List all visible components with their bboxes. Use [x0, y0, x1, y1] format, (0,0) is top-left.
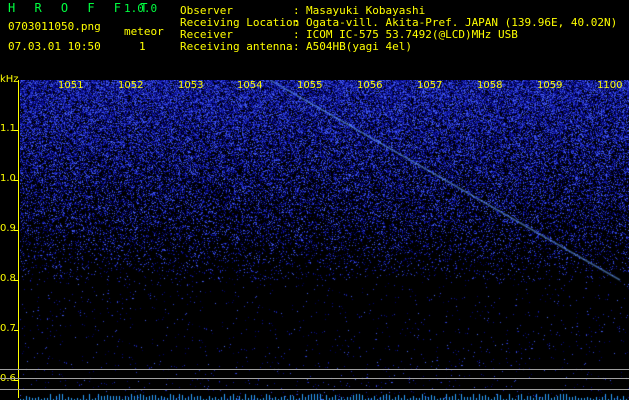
y-tick-mark	[14, 380, 18, 381]
y-tick-label: 1.1	[0, 123, 16, 134]
x-tick-label: 1100	[597, 80, 623, 91]
x-tick-label: 1051	[58, 80, 84, 91]
y-tick-mark	[14, 130, 18, 131]
x-tick-label: 1055	[297, 80, 323, 91]
date-time: 07.03.01 10:50	[8, 40, 101, 53]
x-tick-label: 1053	[178, 80, 204, 91]
y-tick-mark	[14, 180, 18, 181]
spectrogram-panel	[20, 80, 629, 400]
location-value: Ogata-vill. Akita-Pref. JAPAN (139.96E, …	[306, 16, 618, 29]
observer-separator: :	[293, 4, 300, 17]
divider-line	[0, 389, 629, 390]
receiver-separator: :	[293, 28, 300, 41]
receiver-value: ICOM IC-575 53.7492(@LCD)MHz USB	[306, 28, 518, 41]
meteor-count: 1	[139, 40, 146, 53]
divider-line	[0, 369, 629, 370]
antenna-value: A504HB(yagi 4el)	[306, 40, 412, 53]
x-tick-label: 1057	[417, 80, 443, 91]
y-tick-label: 0.8	[0, 273, 16, 284]
app-version: 1.0.0	[124, 2, 158, 15]
y-axis-unit: kHz	[0, 74, 19, 85]
y-axis-line	[18, 80, 19, 398]
location-label: Receiving Location	[180, 16, 300, 29]
meteor-label: meteor	[124, 25, 164, 38]
observer-value: Masayuki Kobayashi	[306, 4, 426, 17]
receiver-label: Receiver	[180, 28, 233, 41]
antenna-label: Receiving antenna	[180, 40, 293, 53]
divider-line	[0, 378, 629, 379]
file-name: 0703011050.png	[8, 20, 101, 33]
y-tick-mark	[14, 280, 18, 281]
y-tick-mark	[14, 330, 18, 331]
location-separator: :	[293, 16, 300, 29]
x-tick-label: 1056	[357, 80, 383, 91]
y-tick-label: 1.0	[0, 173, 16, 184]
x-tick-label: 1059	[537, 80, 563, 91]
antenna-separator: :	[293, 40, 300, 53]
y-tick-mark	[14, 230, 18, 231]
y-tick-label: 0.6	[0, 374, 16, 384]
y-tick-label: 0.7	[0, 323, 16, 334]
x-tick-label: 1054	[237, 80, 263, 91]
observer-label: Observer	[180, 4, 233, 17]
y-tick-label: 0.9	[0, 223, 16, 234]
x-tick-label: 1052	[118, 80, 144, 91]
x-tick-label: 1058	[477, 80, 503, 91]
spectrogram-canvas	[20, 80, 629, 400]
